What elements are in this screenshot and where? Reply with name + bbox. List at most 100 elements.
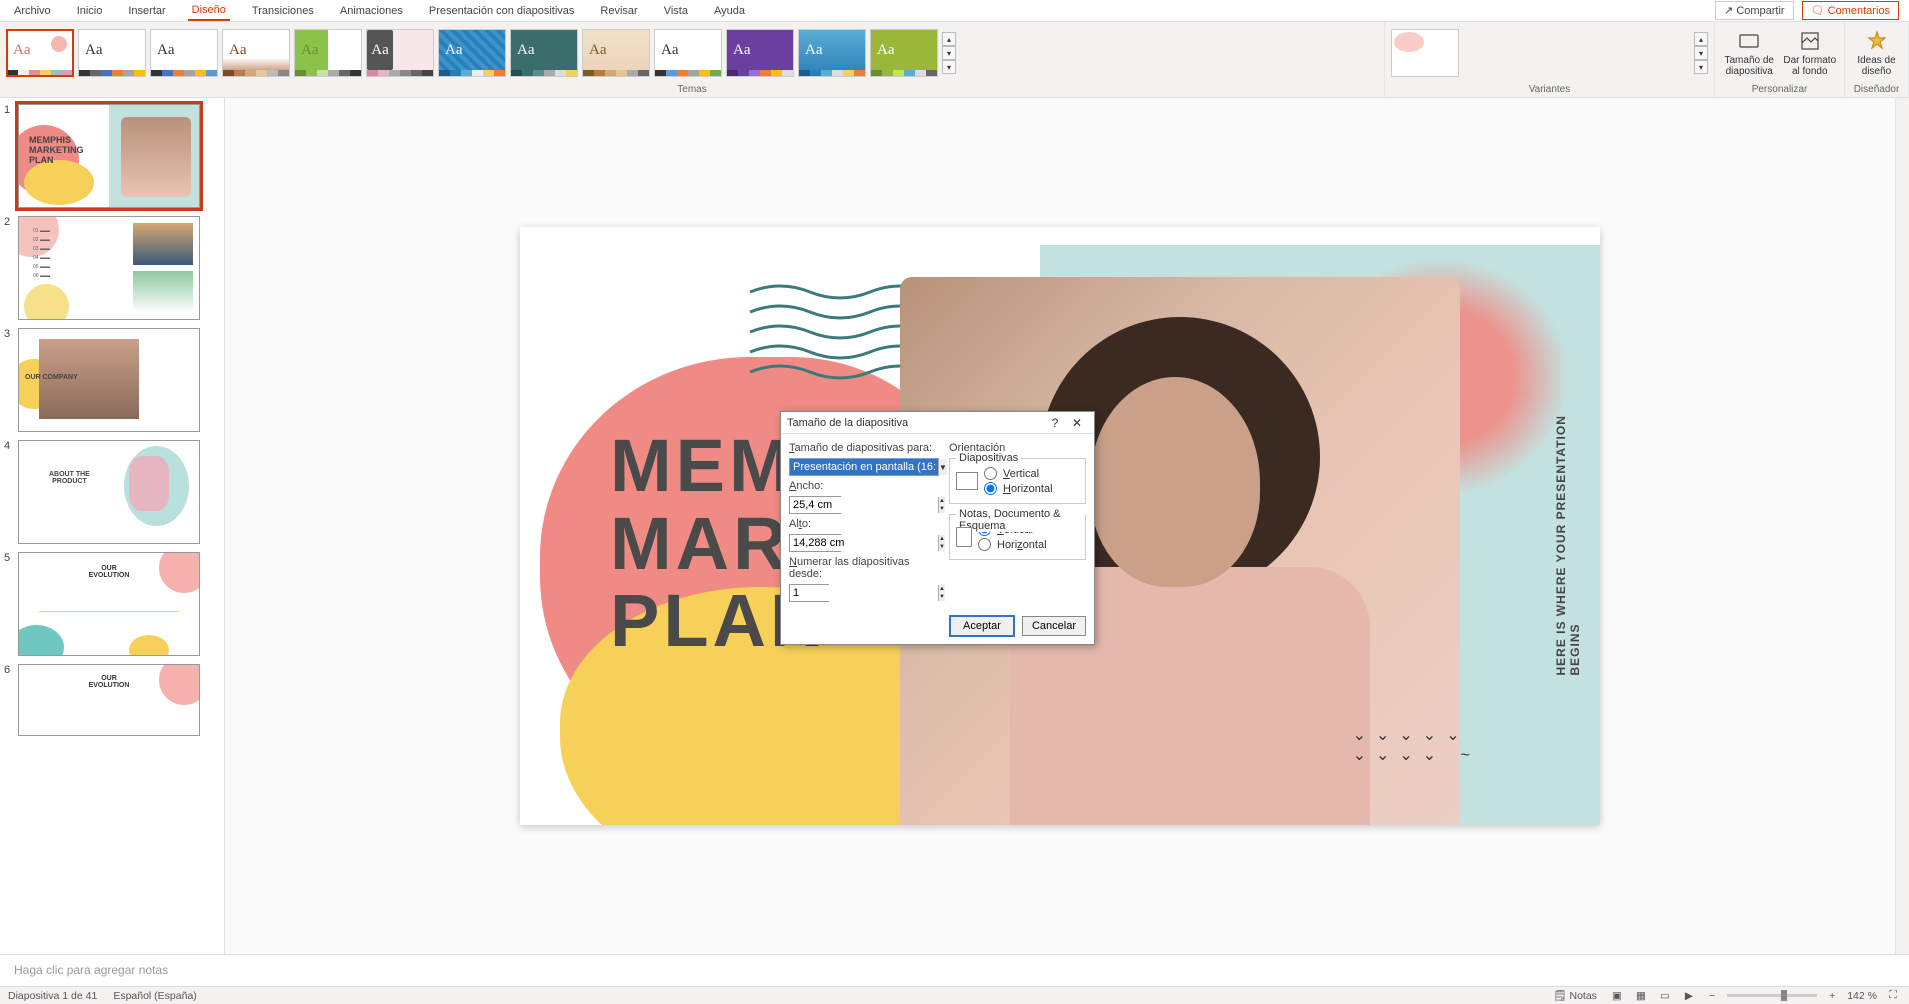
theme-8[interactable]: Aa	[510, 29, 578, 77]
size-preset-value[interactable]	[790, 459, 938, 475]
thumb-num-1: 1	[4, 104, 14, 208]
variants-down[interactable]: ▾	[1694, 46, 1708, 60]
theme-5[interactable]: Aa	[294, 29, 362, 77]
theme-10[interactable]: Aa	[654, 29, 722, 77]
width-spinner[interactable]: ▲▼	[789, 496, 841, 514]
comments-button[interactable]: 🗨 Comentarios	[1802, 1, 1899, 20]
tab-revisar[interactable]: Revisar	[596, 2, 641, 20]
chevron-down-icon[interactable]: ▼	[938, 459, 947, 475]
t5l2: EVOLUTION	[89, 572, 130, 579]
slide-size-dialog: Tamaño de la diapositiva ? ✕ Tamaño de d…	[780, 411, 1095, 645]
theme-3[interactable]: Aa	[150, 29, 218, 77]
reading-view-icon[interactable]: ▭	[1657, 989, 1673, 1003]
theme-11[interactable]: Aa	[726, 29, 794, 77]
width-up[interactable]: ▲	[938, 497, 945, 505]
tab-inicio[interactable]: Inicio	[73, 2, 107, 20]
theme-2[interactable]: Aa	[78, 29, 146, 77]
thumbnail-5[interactable]: OUREVOLUTION	[18, 552, 200, 656]
design-ideas-icon	[1865, 29, 1889, 53]
number-input[interactable]	[790, 585, 938, 601]
number-spinner[interactable]: ▲▼	[789, 584, 829, 602]
vertical-scrollbar[interactable]	[1895, 98, 1909, 954]
thumb-num-3: 3	[4, 328, 14, 432]
height-up[interactable]: ▲	[938, 535, 945, 543]
themes-down[interactable]: ▾	[942, 46, 956, 60]
ok-button[interactable]: Aceptar	[950, 616, 1014, 636]
landscape-icon	[956, 472, 978, 490]
status-bar: Diapositiva 1 de 41 Español (España) 🗒 N…	[0, 986, 1909, 1004]
format-bg-icon	[1798, 29, 1822, 53]
thumbnail-2[interactable]: 01 ▬▬02 ▬▬03 ▬▬04 ▬▬05 ▬▬06 ▬▬	[18, 216, 200, 320]
thumbnail-4[interactable]: ABOUT THEPRODUCT	[18, 440, 200, 544]
thumbnail-6[interactable]: OUREVOLUTION	[18, 664, 200, 736]
slides-horizontal-radio[interactable]	[984, 482, 997, 495]
format-background-button[interactable]: Dar formato al fondo	[1782, 29, 1839, 77]
share-button[interactable]: ↗ Compartir	[1715, 1, 1794, 20]
theme-1[interactable]: Aa	[6, 29, 74, 77]
tab-diseno[interactable]: Diseño	[188, 1, 230, 21]
slide-size-button[interactable]: Tamaño de diapositiva	[1721, 29, 1778, 77]
fit-window-icon[interactable]: ⛶	[1885, 989, 1901, 1003]
tab-presentacion[interactable]: Presentación con diapositivas	[425, 2, 579, 20]
theme-9[interactable]: Aa	[582, 29, 650, 77]
thumbnail-3[interactable]: OUR COMPANY	[18, 328, 200, 432]
theme-7[interactable]: Aa	[438, 29, 506, 77]
height-input[interactable]	[790, 535, 938, 551]
slides-vertical-radio[interactable]	[984, 467, 997, 480]
notes-toggle-label: Notas	[1570, 990, 1597, 1002]
t6l2: EVOLUTION	[89, 682, 130, 689]
tab-archivo[interactable]: Archivo	[10, 2, 55, 20]
variants-scroll: ▴ ▾ ▾	[1694, 30, 1708, 76]
slideshow-view-icon[interactable]: ▶	[1681, 989, 1697, 1003]
variants-more[interactable]: ▾	[1694, 60, 1708, 74]
birds-decoration: ⌄⌄⌄⌄⌄⌄⌄⌄⌄ ~	[1353, 725, 1480, 765]
zoom-slider[interactable]	[1727, 994, 1817, 997]
dialog-titlebar[interactable]: Tamaño de la diapositiva ? ✕	[781, 412, 1094, 434]
slide-canvas[interactable]: MEMPHIS MARKETING PLAN HERE IS WHERE YOU…	[520, 227, 1600, 825]
height-label: Alto:	[789, 518, 939, 530]
variant-1[interactable]	[1391, 29, 1459, 77]
thumb-num-6: 6	[4, 664, 14, 736]
main-area: 1 MEMPHISMARKETINGPLAN 2 01 ▬▬02 ▬▬03 ▬▬…	[0, 98, 1909, 954]
t6l1: OUR	[101, 675, 117, 682]
themes-more[interactable]: ▾	[942, 60, 956, 74]
size-preset-select[interactable]: ▼	[789, 458, 939, 476]
slides-orientation-group: Diapositivas Vertical Horizontal	[949, 458, 1086, 504]
dialog-title: Tamaño de la diapositiva	[787, 417, 1044, 429]
theme-6[interactable]: Aa	[366, 29, 434, 77]
slide-panel[interactable]: 1 MEMPHISMARKETINGPLAN 2 01 ▬▬02 ▬▬03 ▬▬…	[0, 98, 225, 954]
height-down[interactable]: ▼	[938, 543, 945, 551]
width-down[interactable]: ▼	[938, 505, 945, 513]
tab-ayuda[interactable]: Ayuda	[710, 2, 749, 20]
variants-group-label: Variantes	[1385, 84, 1714, 97]
t4l2: PRODUCT	[52, 478, 87, 485]
dialog-close-button[interactable]: ✕	[1066, 413, 1088, 433]
number-down[interactable]: ▼	[938, 593, 945, 601]
tab-transiciones[interactable]: Transiciones	[248, 2, 318, 20]
cancel-button[interactable]: Cancelar	[1022, 616, 1086, 636]
theme-12[interactable]: Aa	[798, 29, 866, 77]
number-up[interactable]: ▲	[938, 585, 945, 593]
theme-13[interactable]: Aa	[870, 29, 938, 77]
tab-animaciones[interactable]: Animaciones	[336, 2, 407, 20]
canvas-area: MEMPHIS MARKETING PLAN HERE IS WHERE YOU…	[225, 98, 1895, 954]
themes-up[interactable]: ▴	[942, 32, 956, 46]
menu-tabs: Archivo Inicio Insertar Diseño Transicio…	[0, 0, 1909, 22]
width-input[interactable]	[790, 497, 938, 513]
tab-vista[interactable]: Vista	[660, 2, 692, 20]
slides-vertical-label: Vertical	[1003, 468, 1039, 480]
sorter-view-icon[interactable]: ▦	[1633, 989, 1649, 1003]
notes-toggle[interactable]: 🗒 Notas	[1549, 989, 1601, 1002]
tab-insertar[interactable]: Insertar	[124, 2, 169, 20]
dialog-help-button[interactable]: ?	[1044, 413, 1066, 433]
thumbnail-1[interactable]: MEMPHISMARKETINGPLAN	[18, 104, 200, 208]
normal-view-icon[interactable]: ▣	[1609, 989, 1625, 1003]
notes-pane[interactable]: Haga clic para agregar notas	[0, 954, 1909, 986]
theme-4[interactable]: Aa	[222, 29, 290, 77]
design-ideas-button[interactable]: Ideas de diseño	[1851, 29, 1902, 77]
thumb-num-4: 4	[4, 440, 14, 544]
notes-horizontal-radio[interactable]	[978, 538, 991, 551]
comments-label: Comentarios	[1828, 5, 1890, 17]
variants-up[interactable]: ▴	[1694, 32, 1708, 46]
height-spinner[interactable]: ▲▼	[789, 534, 841, 552]
